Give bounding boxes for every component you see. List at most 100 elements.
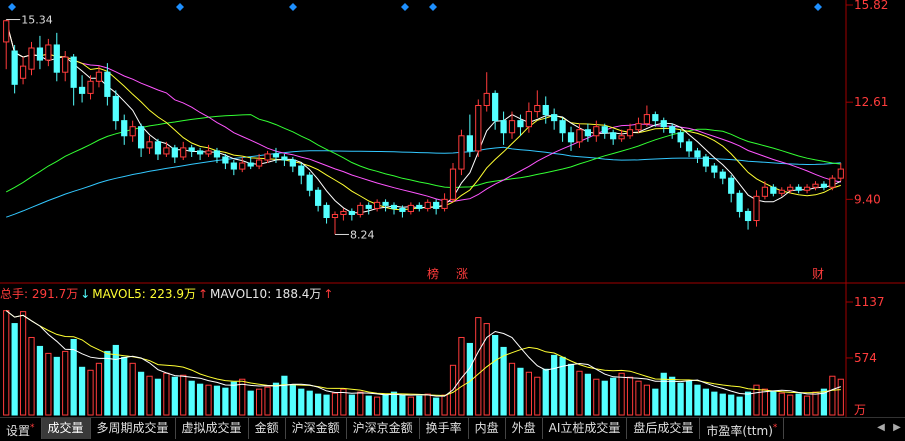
volume-bar[interactable] xyxy=(188,380,195,416)
candle-body[interactable] xyxy=(256,159,263,167)
volume-bar[interactable] xyxy=(11,323,18,416)
volume-bar[interactable] xyxy=(567,363,575,416)
volume-bar[interactable] xyxy=(803,395,811,416)
volume-bar[interactable] xyxy=(137,371,145,416)
candle-body[interactable] xyxy=(559,120,566,134)
volume-bar[interactable] xyxy=(374,396,381,416)
candle-body[interactable] xyxy=(719,171,726,179)
candle-body[interactable] xyxy=(458,135,465,170)
volume-bar[interactable] xyxy=(112,344,119,416)
tab-12[interactable]: 市盈率(ttm)* xyxy=(700,418,785,439)
volume-bar[interactable] xyxy=(812,391,819,416)
volume-bar[interactable] xyxy=(19,311,27,416)
candle-body[interactable] xyxy=(685,141,693,152)
candle-body[interactable] xyxy=(475,105,482,152)
candle-body[interactable] xyxy=(281,156,288,161)
volume-bar[interactable] xyxy=(104,350,111,416)
volume-bar[interactable] xyxy=(146,375,153,416)
candle-body[interactable] xyxy=(28,47,35,70)
candle-body[interactable] xyxy=(542,105,549,116)
candle-body[interactable] xyxy=(551,114,558,122)
volume-bar[interactable] xyxy=(534,376,541,416)
volume-bar[interactable] xyxy=(652,388,659,416)
volume-bar[interactable] xyxy=(601,380,608,416)
candle-body[interactable] xyxy=(534,105,541,113)
candle-body[interactable] xyxy=(121,120,128,137)
volume-bar[interactable] xyxy=(508,362,516,416)
candle-body[interactable] xyxy=(289,159,296,167)
volume-bar[interactable] xyxy=(205,384,212,416)
volume-bar[interactable] xyxy=(795,393,802,416)
volume-bar[interactable] xyxy=(272,382,280,416)
candle-body[interactable] xyxy=(787,186,794,191)
candle-body[interactable] xyxy=(728,177,735,194)
tab-scroll-right-icon[interactable]: ▶ xyxy=(889,418,905,439)
candle-body[interactable] xyxy=(761,186,769,197)
candle-body[interactable] xyxy=(62,56,69,73)
candle-body[interactable] xyxy=(112,95,119,122)
candle-body[interactable] xyxy=(812,183,819,188)
event-diamond-icon[interactable] xyxy=(176,3,184,11)
candle-body[interactable] xyxy=(247,162,254,167)
volume-bar[interactable] xyxy=(289,384,296,416)
candle-body[interactable] xyxy=(492,92,499,122)
candle-body[interactable] xyxy=(213,150,221,158)
candle-body[interactable] xyxy=(95,71,103,82)
candle-body[interactable] xyxy=(137,126,145,149)
candle-body[interactable] xyxy=(340,210,347,215)
volume-bar[interactable] xyxy=(53,356,60,416)
volume-bar[interactable] xyxy=(264,386,271,416)
candle-body[interactable] xyxy=(837,168,844,179)
candle-body[interactable] xyxy=(643,114,651,125)
tab-3[interactable]: 虚拟成交量 xyxy=(176,418,249,439)
candle-body[interactable] xyxy=(770,186,777,194)
tab-0[interactable]: 设置* xyxy=(0,418,42,439)
tab-8[interactable]: 内盘 xyxy=(469,418,506,439)
volume-bar[interactable] xyxy=(196,383,204,416)
volume-bar[interactable] xyxy=(357,391,364,416)
volume-bar[interactable] xyxy=(744,391,752,416)
candle-body[interactable] xyxy=(188,147,195,152)
volume-bar[interactable] xyxy=(618,372,625,416)
volume-bar[interactable] xyxy=(542,368,549,416)
candle-body[interactable] xyxy=(399,207,406,212)
candle-body[interactable] xyxy=(87,80,94,94)
volume-bar[interactable] xyxy=(315,393,322,416)
volume-bar[interactable] xyxy=(576,370,583,416)
volume-bar[interactable] xyxy=(441,394,448,416)
candle-body[interactable] xyxy=(382,201,389,206)
candle-body[interactable] xyxy=(196,150,204,155)
candle-body[interactable] xyxy=(154,141,162,155)
candle-body[interactable] xyxy=(298,165,305,176)
candle-body[interactable] xyxy=(711,165,718,173)
candle-body[interactable] xyxy=(11,50,18,85)
candle-body[interactable] xyxy=(70,56,77,88)
candle-body[interactable] xyxy=(416,204,423,209)
tab-scroll-left-icon[interactable]: ◀ xyxy=(873,418,889,439)
volume-bar[interactable] xyxy=(702,388,710,416)
candle-body[interactable] xyxy=(272,153,280,158)
volume-bar[interactable] xyxy=(222,387,229,416)
volume-bar[interactable] xyxy=(626,376,634,416)
candle-body[interactable] xyxy=(45,44,52,61)
candle-body[interactable] xyxy=(694,150,701,158)
event-diamond-icon[interactable] xyxy=(429,3,437,11)
candle-body[interactable] xyxy=(222,156,229,164)
volume-bar[interactable] xyxy=(475,317,482,416)
volume-bar[interactable] xyxy=(323,394,330,416)
volume-bar[interactable] xyxy=(28,336,35,416)
volume-bar[interactable] xyxy=(78,366,86,416)
candle-body[interactable] xyxy=(424,201,431,209)
candle-body[interactable] xyxy=(348,210,355,215)
candle-body[interactable] xyxy=(795,186,802,191)
volume-bar[interactable] xyxy=(154,378,162,416)
volume-bar[interactable] xyxy=(685,380,693,416)
candle-body[interactable] xyxy=(374,201,381,209)
candle-body[interactable] xyxy=(466,135,473,152)
volume-bar[interactable] xyxy=(778,392,785,416)
candle-body[interactable] xyxy=(753,195,760,222)
volume-bar[interactable] xyxy=(281,375,288,416)
volume-bar[interactable] xyxy=(736,396,743,416)
volume-bar[interactable] xyxy=(180,374,187,416)
candle-body[interactable] xyxy=(829,177,836,188)
